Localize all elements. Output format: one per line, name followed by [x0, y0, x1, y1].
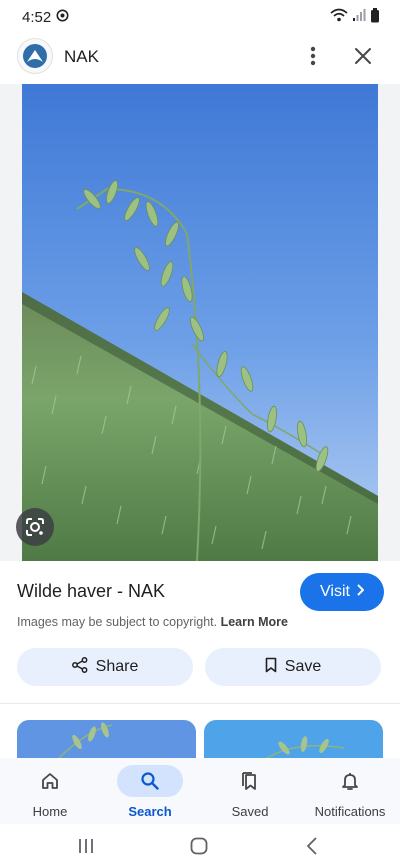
system-navigation-bar [0, 824, 400, 867]
nav-label-saved: Saved [231, 804, 269, 819]
copyright-notice: Images may be subject to copyright. Lear… [17, 615, 288, 629]
chevron-right-icon [356, 583, 365, 601]
result-image[interactable] [22, 84, 378, 561]
bookmark-icon [265, 657, 277, 678]
nav-item-home[interactable]: Home [0, 758, 100, 824]
visit-button[interactable]: Visit [300, 573, 384, 611]
status-right [330, 7, 380, 27]
battery-icon [370, 7, 380, 27]
sync-circle-icon [56, 9, 69, 26]
more-vert-icon[interactable] [298, 40, 328, 72]
back-icon[interactable] [292, 832, 332, 860]
share-button[interactable]: Share [17, 648, 193, 686]
related-image-thumbnail[interactable] [204, 720, 383, 760]
share-icon [71, 656, 88, 678]
divider [0, 703, 400, 704]
status-bar: 4:52 [0, 0, 400, 34]
copyright-text: Images may be subject to copyright. [17, 615, 218, 629]
signal-icon [352, 8, 366, 26]
top-bar: NAK [0, 34, 400, 80]
home-icon [17, 765, 83, 797]
image-viewer [0, 84, 400, 561]
save-button[interactable]: Save [205, 648, 381, 686]
nak-logo-icon[interactable] [17, 38, 53, 74]
search-icon [117, 765, 183, 797]
nav-item-search[interactable]: Search [100, 758, 200, 824]
close-icon[interactable] [348, 40, 378, 72]
wifi-icon [330, 8, 348, 26]
google-lens-icon[interactable] [16, 508, 54, 546]
visit-label: Visit [320, 583, 350, 600]
saved-collection-icon [217, 765, 283, 797]
home-circle-icon[interactable] [179, 832, 219, 860]
nav-label-home: Home [32, 804, 68, 819]
save-label: Save [284, 658, 322, 675]
nav-item-notifications[interactable]: Notifications [300, 758, 400, 824]
status-time: 4:52 [22, 8, 52, 26]
share-label: Share [95, 658, 139, 675]
nav-item-saved[interactable]: Saved [200, 758, 300, 824]
bottom-navigation: Home Search Saved Notifications [0, 758, 400, 824]
bell-icon [317, 765, 383, 797]
status-left: 4:52 [22, 9, 69, 26]
nav-label-notifications: Notifications [314, 804, 386, 819]
site-name: NAK [64, 47, 99, 66]
learn-more-link[interactable]: Learn More [221, 615, 288, 629]
recent-apps-icon[interactable] [66, 832, 106, 860]
nav-label-search: Search [128, 804, 172, 819]
related-image-thumbnail[interactable] [17, 720, 196, 760]
result-title[interactable]: Wilde haver - NAK [17, 581, 165, 602]
